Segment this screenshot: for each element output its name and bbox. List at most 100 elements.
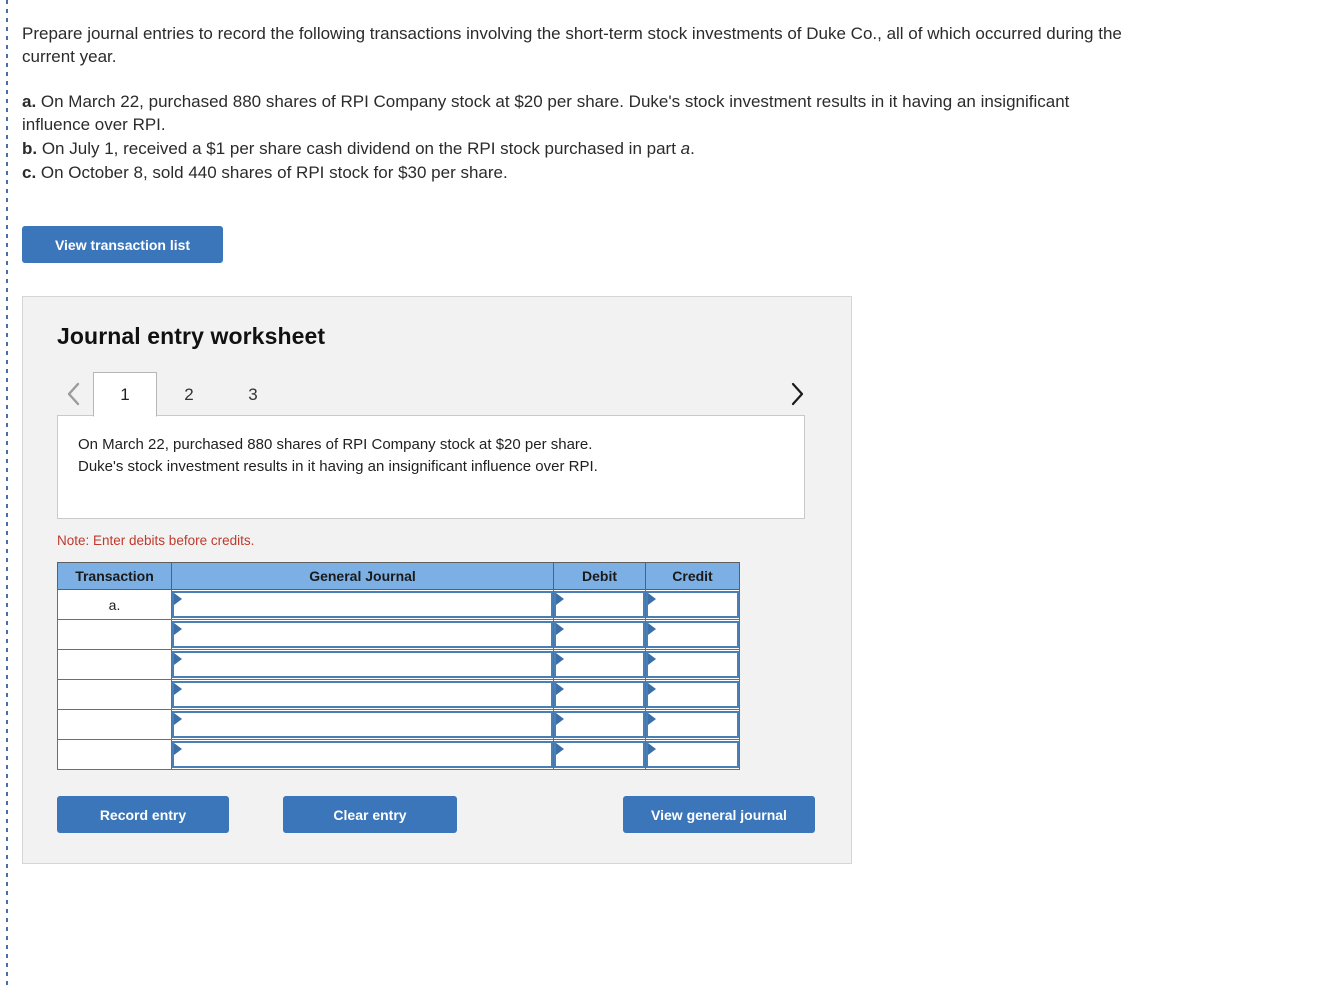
column-header-debit: Debit — [553, 562, 646, 590]
dropdown-triangle-icon — [174, 713, 182, 725]
dropdown-triangle-icon — [556, 713, 564, 725]
debits-before-credits-note: Note: Enter debits before credits. — [57, 533, 255, 548]
table-row: a. — [57, 589, 740, 620]
row-1-transaction-cell — [57, 619, 172, 650]
view-transaction-list-button[interactable]: View transaction list — [22, 226, 223, 263]
row-3-general-journal-cell[interactable] — [171, 679, 554, 710]
problem-items-list: a. On March 22, purchased 880 shares of … — [22, 90, 1127, 184]
row-3-debit-cell[interactable] — [553, 679, 646, 710]
row-1-credit-input[interactable] — [646, 621, 739, 648]
dropdown-triangle-icon — [648, 683, 656, 695]
worksheet-title: Journal entry worksheet — [57, 323, 326, 349]
row-5-transaction-cell — [57, 739, 172, 770]
dropdown-triangle-icon — [174, 743, 182, 755]
row-1-general-journal-select[interactable] — [172, 621, 553, 648]
journal-entry-table: Transaction General Journal Debit Credit… — [57, 562, 740, 770]
journal-entry-worksheet-panel: Journal entry worksheet 1 2 3 On March 2… — [22, 296, 852, 864]
problem-item-c: c. On October 8, sold 440 shares of RPI … — [22, 161, 1127, 184]
row-2-general-journal-select[interactable] — [172, 651, 553, 678]
row-4-transaction-cell — [57, 709, 172, 740]
row-4-general-journal-select[interactable] — [172, 711, 553, 738]
journal-table-header-row: Transaction General Journal Debit Credit — [57, 562, 740, 590]
problem-item-b-label: b. — [22, 139, 38, 158]
column-header-transaction: Transaction — [57, 562, 172, 590]
problem-item-b-text-after: . — [690, 139, 695, 158]
problem-intro: Prepare journal entries to record the fo… — [22, 24, 1122, 66]
dropdown-triangle-icon — [648, 713, 656, 725]
row-2-debit-cell[interactable] — [553, 649, 646, 680]
row-2-credit-input[interactable] — [646, 651, 739, 678]
dropdown-triangle-icon — [556, 623, 564, 635]
page-content: Prepare journal entries to record the fo… — [22, 0, 1312, 864]
clear-entry-button[interactable]: Clear entry — [283, 796, 457, 833]
problem-item-c-label: c. — [22, 163, 37, 182]
problem-item-c-text: On October 8, sold 440 shares of RPI sto… — [36, 163, 508, 182]
problem-item-a-text: On March 22, purchased 880 shares of RPI… — [22, 92, 1070, 134]
transaction-description-box: On March 22, purchased 880 shares of RPI… — [57, 415, 805, 519]
row-4-debit-cell[interactable] — [553, 709, 646, 740]
view-general-journal-button[interactable]: View general journal — [623, 796, 815, 833]
row-5-general-journal-select[interactable] — [172, 741, 553, 768]
dropdown-triangle-icon — [648, 743, 656, 755]
record-entry-button[interactable]: Record entry — [57, 796, 229, 833]
row-4-general-journal-cell[interactable] — [171, 709, 554, 740]
row-3-transaction-cell — [57, 679, 172, 710]
row-1-debit-cell[interactable] — [553, 619, 646, 650]
row-3-credit-input[interactable] — [646, 681, 739, 708]
row-0-credit-input[interactable] — [646, 591, 739, 618]
worksheet-footer-buttons: Record entry Clear entry View general jo… — [57, 796, 815, 833]
row-3-debit-input[interactable] — [554, 681, 645, 708]
chevron-right-icon[interactable] — [777, 372, 817, 416]
table-row — [57, 709, 740, 740]
row-0-debit-input[interactable] — [554, 591, 645, 618]
dropdown-triangle-icon — [556, 683, 564, 695]
problem-item-b-italic: a — [680, 139, 691, 158]
table-row — [57, 649, 740, 680]
row-3-general-journal-select[interactable] — [172, 681, 553, 708]
table-row — [57, 739, 740, 770]
dropdown-triangle-icon — [556, 593, 564, 605]
chevron-left-icon[interactable] — [57, 372, 91, 416]
worksheet-tab-3[interactable]: 3 — [221, 372, 285, 416]
row-1-debit-input[interactable] — [554, 621, 645, 648]
dropdown-triangle-icon — [556, 743, 564, 755]
row-2-credit-cell[interactable] — [645, 649, 740, 680]
row-1-general-journal-cell[interactable] — [171, 619, 554, 650]
row-4-credit-input[interactable] — [646, 711, 739, 738]
dropdown-triangle-icon — [648, 623, 656, 635]
column-header-credit: Credit — [645, 562, 740, 590]
dropdown-triangle-icon — [648, 653, 656, 665]
problem-item-a-label: a. — [22, 92, 37, 111]
row-5-debit-input[interactable] — [554, 741, 645, 768]
dropdown-triangle-icon — [174, 653, 182, 665]
dropdown-triangle-icon — [174, 593, 182, 605]
row-0-general-journal-cell[interactable] — [171, 589, 554, 620]
row-0-general-journal-select[interactable] — [172, 591, 553, 618]
row-5-credit-cell[interactable] — [645, 739, 740, 770]
table-row — [57, 679, 740, 710]
row-0-transaction-cell: a. — [57, 589, 172, 620]
problem-item-b: b. On July 1, received a $1 per share ca… — [22, 137, 1127, 160]
row-3-credit-cell[interactable] — [645, 679, 740, 710]
transaction-description-line-2: Duke's stock investment results in it ha… — [78, 458, 598, 475]
row-2-debit-input[interactable] — [554, 651, 645, 678]
row-5-debit-cell[interactable] — [553, 739, 646, 770]
page-left-dotted-rule — [6, 0, 8, 988]
row-0-credit-cell[interactable] — [645, 589, 740, 620]
row-5-credit-input[interactable] — [646, 741, 739, 768]
page-root: Prepare journal entries to record the fo… — [0, 0, 1321, 988]
row-4-debit-input[interactable] — [554, 711, 645, 738]
dropdown-triangle-icon — [174, 683, 182, 695]
dropdown-triangle-icon — [174, 623, 182, 635]
row-0-debit-cell[interactable] — [553, 589, 646, 620]
worksheet-tab-2[interactable]: 2 — [157, 372, 221, 416]
table-row — [57, 619, 740, 650]
row-4-credit-cell[interactable] — [645, 709, 740, 740]
worksheet-tab-1[interactable]: 1 — [93, 372, 157, 417]
transaction-description-line-1: On March 22, purchased 880 shares of RPI… — [78, 436, 593, 453]
row-1-credit-cell[interactable] — [645, 619, 740, 650]
row-2-general-journal-cell[interactable] — [171, 649, 554, 680]
row-5-general-journal-cell[interactable] — [171, 739, 554, 770]
problem-item-a: a. On March 22, purchased 880 shares of … — [22, 90, 1127, 136]
row-2-transaction-cell — [57, 649, 172, 680]
